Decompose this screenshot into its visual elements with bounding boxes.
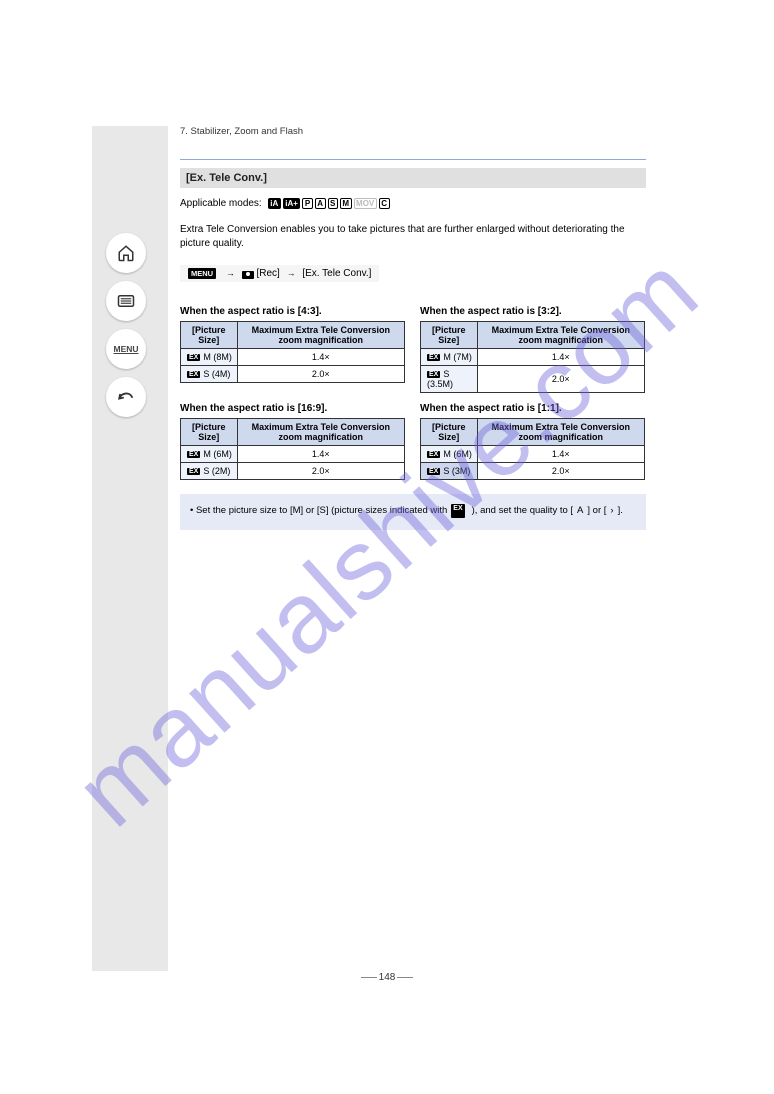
setting-text: M (6M) <box>203 449 232 459</box>
ex-badge: EX <box>427 371 440 378</box>
modes-label: Applicable modes: <box>180 198 262 209</box>
table-cell: EXM (7M) <box>421 349 478 366</box>
aspect-label-169: When the aspect ratio is [16:9]. <box>180 403 406 414</box>
breadcrumb: 7. Stabilizer, Zoom and Flash <box>180 126 646 137</box>
mode-icon-iaplus: iA+ <box>283 198 301 209</box>
quality-icon-fine: A <box>577 504 583 518</box>
th-magnification: Maximum Extra Tele Conversion zoom magni… <box>477 322 644 349</box>
table-cell: 2.0× <box>237 463 404 480</box>
table-cell: EXM (6M) <box>421 446 478 463</box>
back-button[interactable] <box>106 377 146 417</box>
ex-badge: EX <box>427 451 440 458</box>
table-cell: EXS (3M) <box>421 463 478 480</box>
th-picture-size: [Picture Size] <box>421 419 478 446</box>
rec-label: [Rec] <box>256 268 279 279</box>
menu-chip: MENU <box>188 268 216 279</box>
home-icon <box>117 244 135 262</box>
note-line1d: ]. <box>618 504 623 518</box>
table-cell: EXM (6M) <box>181 446 238 463</box>
mode-icons: iA iA+ P A S M MOV C <box>268 198 390 209</box>
ex-badge: EX <box>187 451 200 458</box>
divider <box>180 159 646 160</box>
setting-text: M (8M) <box>203 352 232 362</box>
item-label: [Ex. Tele Conv.] <box>302 268 371 279</box>
mode-icon-p: P <box>302 198 312 209</box>
home-button[interactable] <box>106 233 146 273</box>
section-title: [Ex. Tele Conv.] <box>180 168 646 188</box>
applicable-modes-row: Applicable modes: iA iA+ P A S M MOV C <box>180 198 646 209</box>
quality-icon-std: › <box>610 504 613 518</box>
sidebar: MENU <box>92 126 168 971</box>
arrow-icon: → <box>287 268 296 278</box>
size-table-43: [Picture Size] Maximum Extra Tele Conver… <box>180 321 405 383</box>
mode-icon-c: C <box>379 198 390 209</box>
description-paragraph: Extra Tele Conversion enables you to tak… <box>180 223 646 251</box>
table-cell: EXS (3.5M) <box>421 366 478 393</box>
ex-badge: EX <box>187 468 200 475</box>
mode-icon-a: A <box>315 198 326 209</box>
th-picture-size: [Picture Size] <box>421 322 478 349</box>
back-icon <box>117 388 135 406</box>
list-icon <box>117 294 135 308</box>
arrow-icon: → <box>226 268 235 278</box>
page-number: 148 <box>0 972 774 983</box>
aspect-label-32: When the aspect ratio is [3:2]. <box>420 306 646 317</box>
th-picture-size: [Picture Size] <box>181 419 238 446</box>
note-line1a: • Set the picture size to [M] or [S] (pi… <box>190 504 447 518</box>
th-picture-size: [Picture Size] <box>181 322 238 349</box>
menu-button[interactable]: MENU <box>106 329 146 369</box>
note-line1c: ] or [ <box>587 504 606 518</box>
th-magnification: Maximum Extra Tele Conversion zoom magni… <box>477 419 644 446</box>
table-cell: 2.0× <box>477 463 644 480</box>
size-table-11: [Picture Size] Maximum Extra Tele Conver… <box>420 418 645 480</box>
size-table-169: [Picture Size] Maximum Extra Tele Conver… <box>180 418 405 480</box>
mode-icon-mov: MOV <box>354 198 377 209</box>
page-content: 7. Stabilizer, Zoom and Flash [Ex. Tele … <box>180 126 646 530</box>
table-cell: 2.0× <box>237 366 404 383</box>
note-line1b: ), and set the quality to [ <box>472 504 573 518</box>
table-cell: EXS (4M) <box>181 366 238 383</box>
note-box: • Set the picture size to [M] or [S] (pi… <box>180 494 646 530</box>
ex-badge: EX <box>427 468 440 475</box>
setting-text: M (7M) <box>443 352 472 362</box>
setting-text: S (3M) <box>443 466 470 476</box>
th-magnification: Maximum Extra Tele Conversion zoom magni… <box>237 419 404 446</box>
ex-badge: EX <box>427 354 440 361</box>
table-cell: 1.4× <box>237 446 404 463</box>
table-cell: 2.0× <box>477 366 644 393</box>
setting-text: S (4M) <box>203 369 230 379</box>
ex-badge: EX <box>451 504 464 518</box>
setting-text: S (2M) <box>203 466 230 476</box>
menu-button-label: MENU <box>113 344 138 354</box>
setting-text: M (6M) <box>443 449 472 459</box>
th-magnification: Maximum Extra Tele Conversion zoom magni… <box>237 322 404 349</box>
menu-path: MENU → [Rec] → [Ex. Tele Conv.] <box>180 265 379 282</box>
aspect-label-43: When the aspect ratio is [4:3]. <box>180 306 406 317</box>
mode-icon-ia: iA <box>268 198 281 209</box>
mode-icon-m: M <box>340 198 352 209</box>
mode-icon-s: S <box>328 198 338 209</box>
camera-icon <box>242 269 254 279</box>
table-cell: 1.4× <box>237 349 404 366</box>
table-cell: 1.4× <box>477 446 644 463</box>
aspect-label-11: When the aspect ratio is [1:1]. <box>420 403 646 414</box>
list-button[interactable] <box>106 281 146 321</box>
table-cell: EXS (2M) <box>181 463 238 480</box>
ex-badge: EX <box>187 371 200 378</box>
ex-badge: EX <box>187 354 200 361</box>
size-table-32: [Picture Size] Maximum Extra Tele Conver… <box>420 321 645 393</box>
table-cell: 1.4× <box>477 349 644 366</box>
table-cell: EXM (8M) <box>181 349 238 366</box>
